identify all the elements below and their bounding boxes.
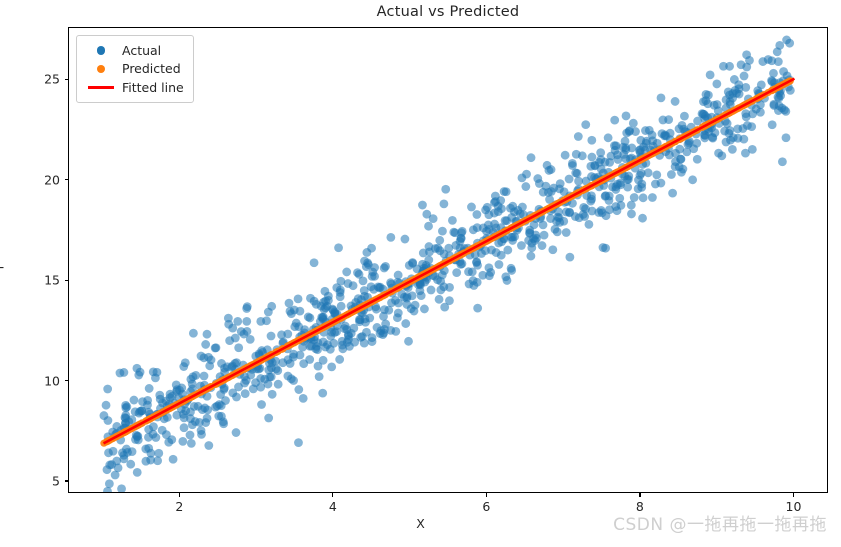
x-tick-label: 6: [482, 499, 491, 514]
x-tick-label: 4: [328, 499, 337, 514]
y-tick-label: 20: [44, 172, 60, 188]
x-tick-mark: [332, 493, 334, 497]
x-tick-label: 2: [175, 499, 184, 514]
x-tick-mark: [792, 493, 795, 497]
x-tick-mark: [485, 493, 487, 497]
y-tick-mark: [64, 179, 68, 181]
matplotlib-figure: Actual vs Predicted 510152025 246810 X Y…: [0, 0, 841, 547]
watermark: CSDN @一拖再拖一拖再拖: [613, 515, 827, 535]
legend-item-actual[interactable]: Actual: [84, 41, 184, 60]
y-tick-mark: [64, 78, 68, 80]
legend-item-fitted-line[interactable]: Fitted line: [84, 78, 184, 97]
y-tick-label: 5: [52, 473, 60, 489]
x-tick-mark: [178, 493, 180, 497]
legend: Actual Predicted Fitted line: [76, 35, 194, 103]
x-tick-mark: [639, 493, 641, 497]
legend-label: Actual: [122, 42, 162, 58]
y-tick-label: 15: [44, 272, 60, 288]
y-tick-mark: [64, 480, 68, 482]
fitted-line: [102, 77, 796, 445]
legend-item-predicted[interactable]: Predicted: [84, 60, 184, 79]
y-tick-label: 25: [44, 71, 60, 87]
circle-icon: [84, 43, 118, 57]
legend-label: Fitted line: [122, 79, 184, 95]
y-tick-mark: [64, 380, 68, 382]
y-tick-mark: [64, 279, 68, 281]
line-icon: [84, 80, 118, 94]
y-axis-label: Y: [0, 264, 6, 272]
y-tick-label: 10: [44, 373, 60, 389]
circle-icon: [84, 62, 118, 76]
legend-label: Predicted: [122, 61, 181, 77]
page-title: Actual vs Predicted: [376, 4, 520, 20]
